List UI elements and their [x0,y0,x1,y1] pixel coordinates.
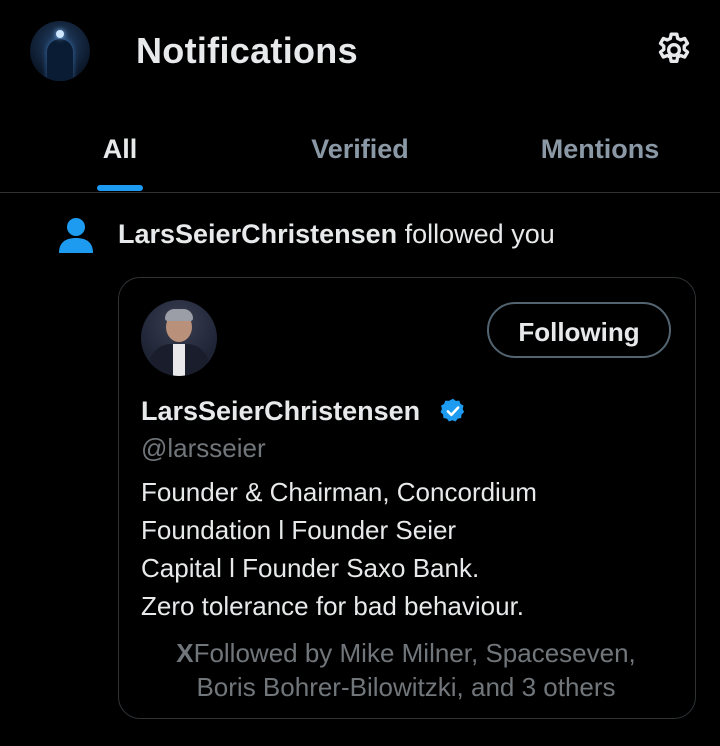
avatar-figure [47,39,73,81]
followed-by: XFollowed by Mike Milner, Spaceseven, Bo… [141,636,671,704]
tab-label: Mentions [540,134,660,164]
tab-label: All [102,134,138,164]
profile-avatar[interactable] [141,300,217,376]
notification-text: LarsSeierChristensen followed you [118,219,555,250]
handle: @larsseier [141,433,266,463]
tab-label: Verified [311,134,409,164]
tab-verified[interactable]: Verified [240,118,480,192]
bio-line: Capital l Founder Saxo Bank. [141,553,480,583]
avatar-eye [56,30,64,38]
gear-icon[interactable] [654,30,694,70]
action-text: followed you [397,219,555,249]
tab-mentions[interactable]: Mentions [480,118,720,192]
display-name[interactable]: LarsSeierChristensen [141,396,420,427]
followed-by-line: Boris Bohrer-Bilowitzki, and 3 others [196,672,616,702]
user-card[interactable]: Following LarsSeierChristensen @larsseie… [118,277,696,719]
page-title: Notifications [136,30,358,71]
bio: Founder & Chairman, Concordium Foundatio… [141,473,661,625]
followed-by-line: Followed by Mike Milner, Spaceseven, [193,638,636,668]
verified-badge-icon [439,397,467,425]
x-logo-icon: X [176,638,194,668]
active-tab-indicator [97,185,143,191]
notification-tabs: All Verified Mentions [0,118,720,192]
avatar-shirt [173,344,185,376]
person-icon [58,217,94,255]
app-header: Notifications [0,0,720,100]
tab-all[interactable]: All [0,118,240,192]
bio-line: Zero tolerance for bad behaviour. [141,591,525,621]
bio-line: Founder & Chairman, Concordium [141,477,537,507]
follow-notification[interactable]: LarsSeierChristensen followed you Follow… [0,193,720,746]
user-avatar[interactable] [30,21,90,81]
avatar-hair [165,309,193,321]
bio-line: Foundation l Founder Seier [141,515,457,545]
following-button[interactable]: Following [487,302,671,358]
actor-name[interactable]: LarsSeierChristensen [118,219,397,249]
